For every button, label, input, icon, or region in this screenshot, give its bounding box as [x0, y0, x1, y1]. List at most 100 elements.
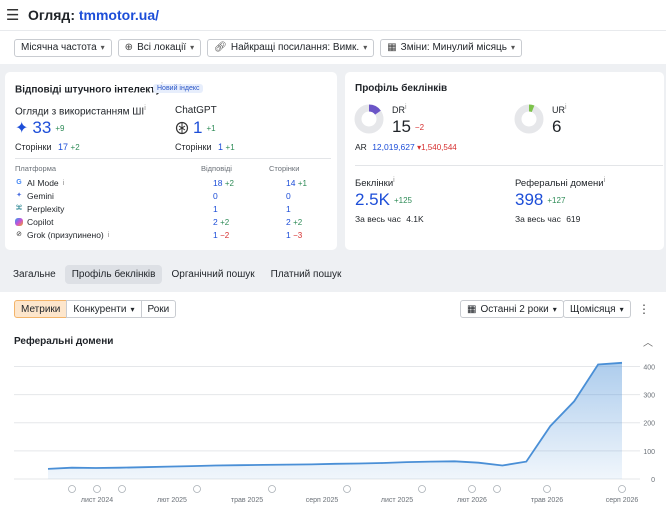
platform-answers: 0 — [213, 191, 218, 201]
answers-value[interactable]: 1 — [213, 230, 218, 240]
pages-value[interactable]: 1 — [286, 230, 291, 240]
ai-mentions-label-text: Огляди з використанням ШІ — [15, 106, 145, 118]
changes-filter[interactable]: ▦ Зміни: Минулий місяць ▾ — [380, 38, 522, 57]
filter-bar: Місячна частота ▾ ⊕ Всі локації ▾ 🔗︎ Най… — [0, 30, 666, 64]
globe-icon: ⊕ — [124, 42, 134, 53]
platform-name: ✦ Gemini — [15, 191, 54, 201]
best-links-filter[interactable]: 🔗︎ Найкращі посилання: Вимк. ▾ — [207, 38, 375, 57]
calendar-icon: ▦ — [467, 303, 477, 315]
date-range-dropdown[interactable]: ▦ Останні 2 роки ▾ — [460, 300, 564, 318]
calendar-icon: ▦ — [387, 42, 397, 53]
chatgpt-pages-value[interactable]: 1 — [218, 142, 223, 152]
ar-value[interactable]: 12,019,627 — [372, 142, 415, 152]
backlinks-label-text: Беклінки — [355, 178, 394, 190]
dr-label-text: DR — [392, 105, 405, 115]
interval-dropdown[interactable]: Щомісяця ▾ — [563, 300, 631, 318]
menu-icon[interactable]: ☰ — [6, 6, 24, 24]
frequency-filter[interactable]: Місячна частота ▾ — [14, 38, 112, 57]
dr-metric: 15 −2 — [392, 117, 424, 137]
page-title-domain[interactable]: tmmotor.ua/ — [79, 7, 159, 23]
info-icon[interactable]: i — [108, 232, 110, 239]
ur-value: 6 — [552, 117, 562, 136]
google-update-marker[interactable] — [543, 485, 551, 493]
google-update-marker[interactable] — [268, 485, 276, 493]
google-update-marker[interactable] — [68, 485, 76, 493]
dr-donut — [354, 104, 384, 134]
google-update-marker[interactable] — [193, 485, 201, 493]
refdomains-alltime-value: 619 — [566, 214, 581, 224]
ai-pages-delta: +2 — [70, 143, 80, 152]
pages-value[interactable]: 1 — [286, 204, 291, 214]
tab-overview[interactable]: Загальне — [6, 265, 63, 284]
backlinks-alltime-value: 4.1K — [406, 214, 424, 224]
google-update-marker[interactable] — [118, 485, 126, 493]
answers-value[interactable]: 18 — [213, 178, 222, 188]
link-icon: 🔗︎ — [214, 42, 227, 53]
answers-value[interactable]: 0 — [213, 191, 218, 201]
platform-pages: 2 +2 — [286, 217, 302, 227]
y-tick-label: 300 — [643, 393, 655, 400]
ar-row: AR 12,019,627 ▾1,540,544 — [355, 142, 457, 152]
x-tick-label: лют 2025 — [157, 497, 187, 504]
ai-pages-value[interactable]: 17 — [58, 142, 68, 152]
answers-delta: +2 — [224, 179, 234, 188]
backlinks-alltime-label: За весь час — [355, 214, 401, 224]
divider — [355, 165, 663, 166]
info-icon[interactable]: i — [604, 177, 606, 184]
x-tick-label: лист 2024 — [81, 497, 113, 504]
chart-card: Метрики Конкуренти ▾ Роки ▦ Останні 2 ро… — [0, 292, 666, 512]
platform-pages: 14 +1 — [286, 178, 307, 188]
segment-years[interactable]: Роки — [140, 300, 177, 318]
tab-organic-search[interactable]: Органічний пошук — [164, 265, 261, 284]
refdomains-label-text: Реферальні домени — [515, 178, 604, 190]
info-icon[interactable]: i — [393, 177, 395, 184]
google-update-marker[interactable] — [93, 485, 101, 493]
y-tick-label: 400 — [643, 364, 655, 371]
chevron-down-icon: ▾ — [130, 304, 135, 314]
segment-competitors[interactable]: Конкуренти ▾ — [66, 300, 142, 318]
backlinks-value[interactable]: 2.5K — [355, 190, 390, 210]
platform-answers: 1 — [213, 204, 218, 214]
ai-mentions-value[interactable]: 33 — [32, 118, 51, 138]
info-icon[interactable]: i — [144, 105, 146, 112]
answers-delta: +2 — [220, 218, 230, 227]
ai-mentions-label: Огляди з використанням ШІi — [15, 105, 146, 117]
answers-value[interactable]: 1 — [213, 204, 218, 214]
info-icon[interactable]: i — [405, 104, 407, 111]
best-links-filter-label: Найкращі посилання: Вимк. — [230, 42, 360, 53]
refdomains-value[interactable]: 398 — [515, 190, 543, 210]
location-filter[interactable]: ⊕ Всі локації ▾ — [117, 38, 202, 57]
chatgpt-delta: +1 — [206, 123, 216, 133]
tab-paid-search[interactable]: Платний пошук — [264, 265, 349, 284]
ar-label: AR — [355, 142, 367, 152]
ai-pages-label: Сторінки — [15, 142, 52, 152]
answers-value[interactable]: 2 — [213, 217, 218, 227]
pages-value[interactable]: 14 — [286, 178, 295, 188]
segment-metrics[interactable]: Метрики — [14, 300, 68, 318]
google-update-marker[interactable] — [343, 485, 351, 493]
google-update-marker[interactable] — [493, 485, 501, 493]
info-icon[interactable]: i — [565, 104, 567, 111]
platform-name-text: Copilot — [27, 217, 54, 227]
ur-donut — [514, 104, 544, 134]
pages-value[interactable]: 0 — [286, 191, 291, 201]
copilot-icon — [15, 218, 23, 226]
platform-pages: 1 — [286, 204, 291, 214]
answers-header: Відповіді — [201, 164, 232, 173]
google-update-marker[interactable] — [468, 485, 476, 493]
info-icon[interactable]: i — [63, 180, 65, 187]
google-update-marker[interactable] — [618, 485, 626, 493]
ai-pages-row: Сторінки 17 +2 — [15, 142, 80, 152]
backlink-profile-title: Профіль беклінків — [355, 83, 448, 94]
more-options-icon[interactable]: ⋮ — [638, 300, 650, 318]
dr-value: 15 — [392, 117, 411, 136]
chatgpt-value[interactable]: 1 — [193, 118, 202, 138]
ai-mentions-metric: ✦ 33 +9 — [15, 118, 64, 138]
chevron-up-icon[interactable]: ︿ — [643, 334, 653, 349]
google-update-marker[interactable] — [418, 485, 426, 493]
chevron-down-icon: ▾ — [552, 304, 557, 314]
tab-backlink-profile[interactable]: Профіль беклінків — [64, 264, 163, 284]
pages-value[interactable]: 2 — [286, 217, 291, 227]
sparkle-icon: ✦ — [15, 120, 29, 137]
platform-answers: 1 −2 — [213, 230, 229, 240]
